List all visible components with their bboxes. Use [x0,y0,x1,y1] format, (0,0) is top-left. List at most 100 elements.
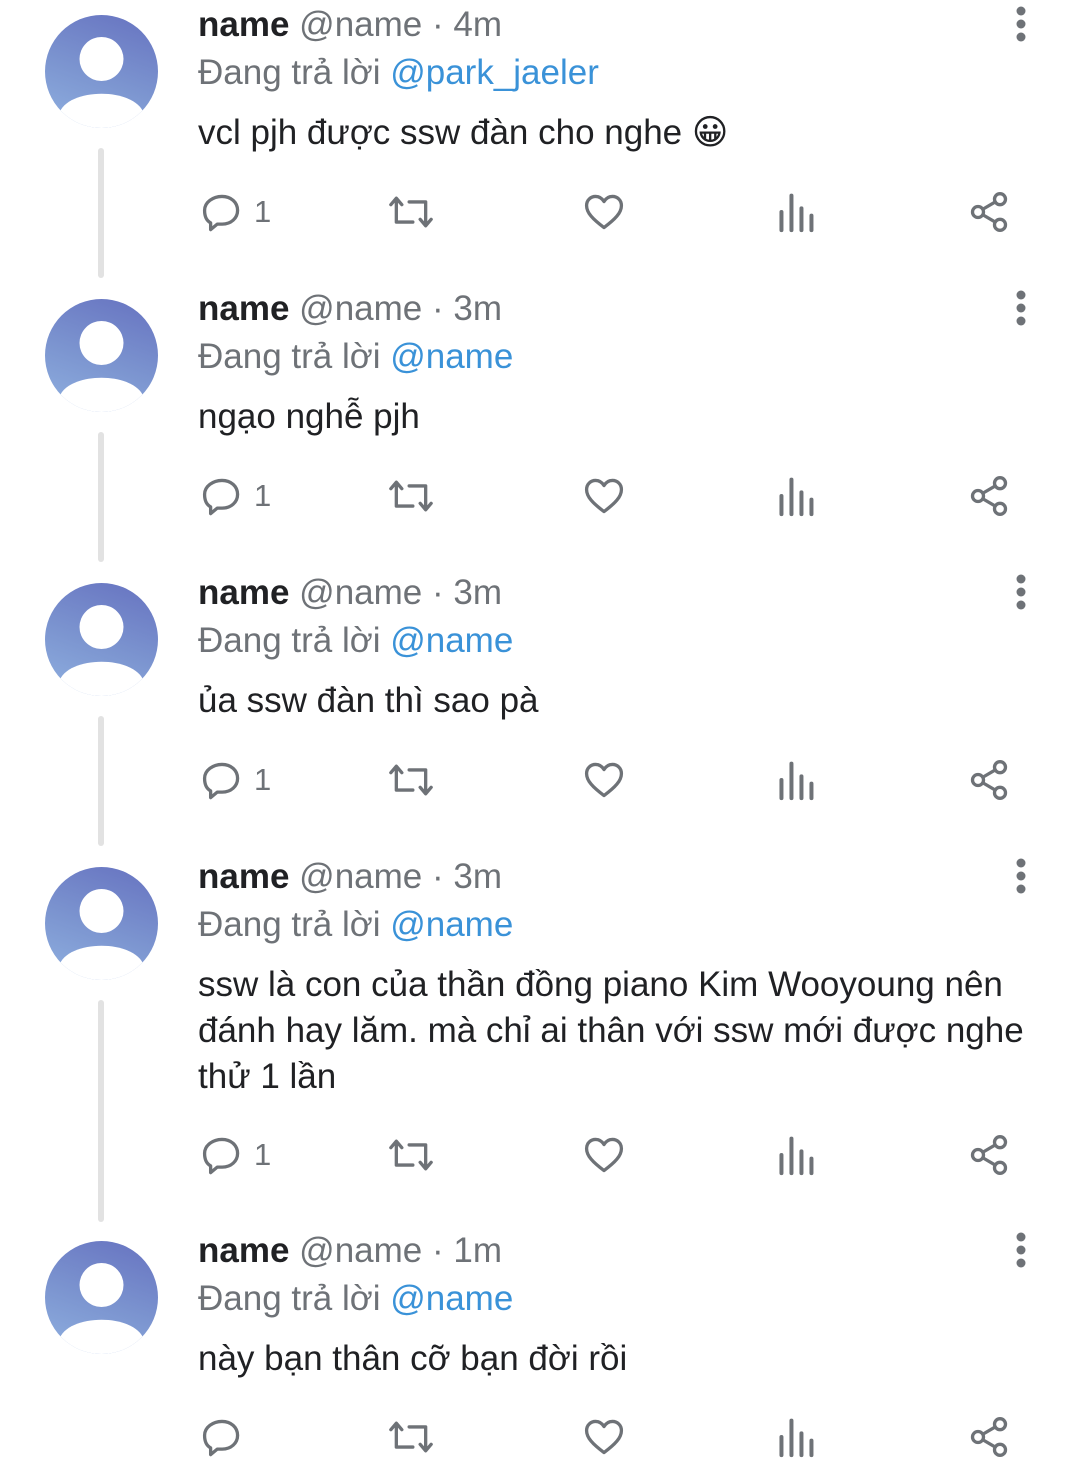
user-handle[interactable]: @name [299,289,422,328]
action-bar [198,1412,1018,1462]
mention-link[interactable]: @name [390,905,513,944]
tweet-text: ủa ssw đàn thì sao pà [198,681,539,720]
share-button[interactable] [966,1130,1012,1180]
action-bar: 1 [198,755,1018,805]
reply-bubble-icon [202,762,240,800]
default-avatar-icon[interactable] [45,15,158,128]
views-button[interactable] [776,471,816,521]
user-handle[interactable]: @name [299,573,422,612]
bar-chart-icon [779,1136,814,1176]
mention-link[interactable]: @name [390,1279,513,1318]
views-button[interactable] [776,755,816,805]
retweet-button[interactable] [387,471,435,521]
replying-prefix: Đang trả lời [198,621,381,660]
tweet-header: name @name · 1m [198,1229,502,1273]
thread-line [98,148,104,278]
retweet-icon [389,480,433,512]
retweet-icon [389,196,433,228]
like-button[interactable] [581,755,627,805]
display-name[interactable]: name [198,289,289,328]
display-name[interactable]: name [198,5,289,44]
tweet-header: name @name · 3m [198,855,502,899]
default-avatar-icon[interactable] [45,299,158,412]
retweet-button[interactable] [387,755,435,805]
views-button[interactable] [776,1412,816,1462]
default-avatar-icon[interactable] [45,1241,158,1354]
default-avatar-icon[interactable] [45,583,158,696]
tweet[interactable]: name @name · 3m Đang trả lời @name ssw l… [0,852,1080,1226]
more-vertical-icon[interactable] [1006,1230,1036,1270]
user-handle[interactable]: @name [299,5,422,44]
share-button[interactable] [966,1412,1012,1462]
mention-link[interactable]: @name [390,337,513,376]
replying-to: Đang trả lời @name [198,619,513,663]
more-vertical-icon[interactable] [1006,572,1036,612]
heart-icon [584,1137,624,1173]
tweet-header: name @name · 3m [198,287,502,331]
like-button[interactable] [581,1130,627,1180]
reply-bubble-icon [202,478,240,516]
reply-count: 1 [254,1137,272,1172]
more-vertical-icon[interactable] [1006,288,1036,328]
reply-button[interactable]: 1 [200,187,271,237]
reply-button[interactable]: 1 [200,1130,271,1180]
separator-dot: · [432,5,444,44]
tweet[interactable]: name @name · 1m Đang trả lời @name này b… [0,1226,1080,1466]
default-avatar-icon[interactable] [45,867,158,980]
more-vertical-icon[interactable] [1006,856,1036,896]
tweet-text: vcl pjh được ssw đàn cho nghe 😀 [198,113,729,152]
like-button[interactable] [581,471,627,521]
user-handle[interactable]: @name [299,857,422,896]
action-bar: 1 [198,1130,1018,1180]
timestamp[interactable]: 3m [453,573,502,612]
timestamp[interactable]: 3m [453,857,502,896]
tweet[interactable]: name @name · 4m Đang trả lời @park_jaele… [0,0,1080,284]
more-vertical-icon[interactable] [1006,4,1036,44]
timestamp[interactable]: 1m [453,1231,502,1270]
mention-link[interactable]: @park_jaeler [390,53,599,92]
heart-icon [584,478,624,514]
share-icon [970,192,1008,232]
separator-dot: · [432,857,444,896]
tweet[interactable]: name @name · 3m Đang trả lời @name ủa ss… [0,568,1080,852]
share-button[interactable] [966,471,1012,521]
share-button[interactable] [966,755,1012,805]
heart-icon [584,194,624,230]
timestamp[interactable]: 4m [453,5,502,44]
reply-count: 1 [254,194,272,229]
views-button[interactable] [776,187,816,237]
retweet-icon [389,1421,433,1453]
share-icon [970,1417,1008,1457]
thread-line [98,716,104,846]
user-handle[interactable]: @name [299,1231,422,1270]
like-button[interactable] [581,1412,627,1462]
replying-to: Đang trả lời @name [198,903,513,947]
retweet-button[interactable] [387,187,435,237]
share-button[interactable] [966,187,1012,237]
replying-to: Đang trả lời @name [198,335,513,379]
tweet-text: ngạo nghễ pjh [198,397,420,436]
reply-button[interactable]: 1 [200,471,271,521]
tweet-header: name @name · 3m [198,571,502,615]
like-button[interactable] [581,187,627,237]
retweet-button[interactable] [387,1412,435,1462]
tweet[interactable]: name @name · 3m Đang trả lời @name ngạo … [0,284,1080,568]
heart-icon [584,1419,624,1455]
reply-bubble-icon [202,194,240,232]
bar-chart-icon [779,1418,814,1458]
replying-to: Đang trả lời @park_jaeler [198,51,599,95]
timestamp[interactable]: 3m [453,289,502,328]
mention-link[interactable]: @name [390,621,513,660]
bar-chart-icon [779,761,814,801]
display-name[interactable]: name [198,1231,289,1270]
share-icon [970,476,1008,516]
reply-button[interactable]: 1 [200,755,271,805]
separator-dot: · [432,1231,444,1270]
retweet-icon [389,764,433,796]
views-button[interactable] [776,1130,816,1180]
tweet-text: này bạn thân cỡ bạn đời rồi [198,1339,628,1378]
display-name[interactable]: name [198,857,289,896]
display-name[interactable]: name [198,573,289,612]
reply-button[interactable] [200,1412,254,1462]
retweet-button[interactable] [387,1130,435,1180]
